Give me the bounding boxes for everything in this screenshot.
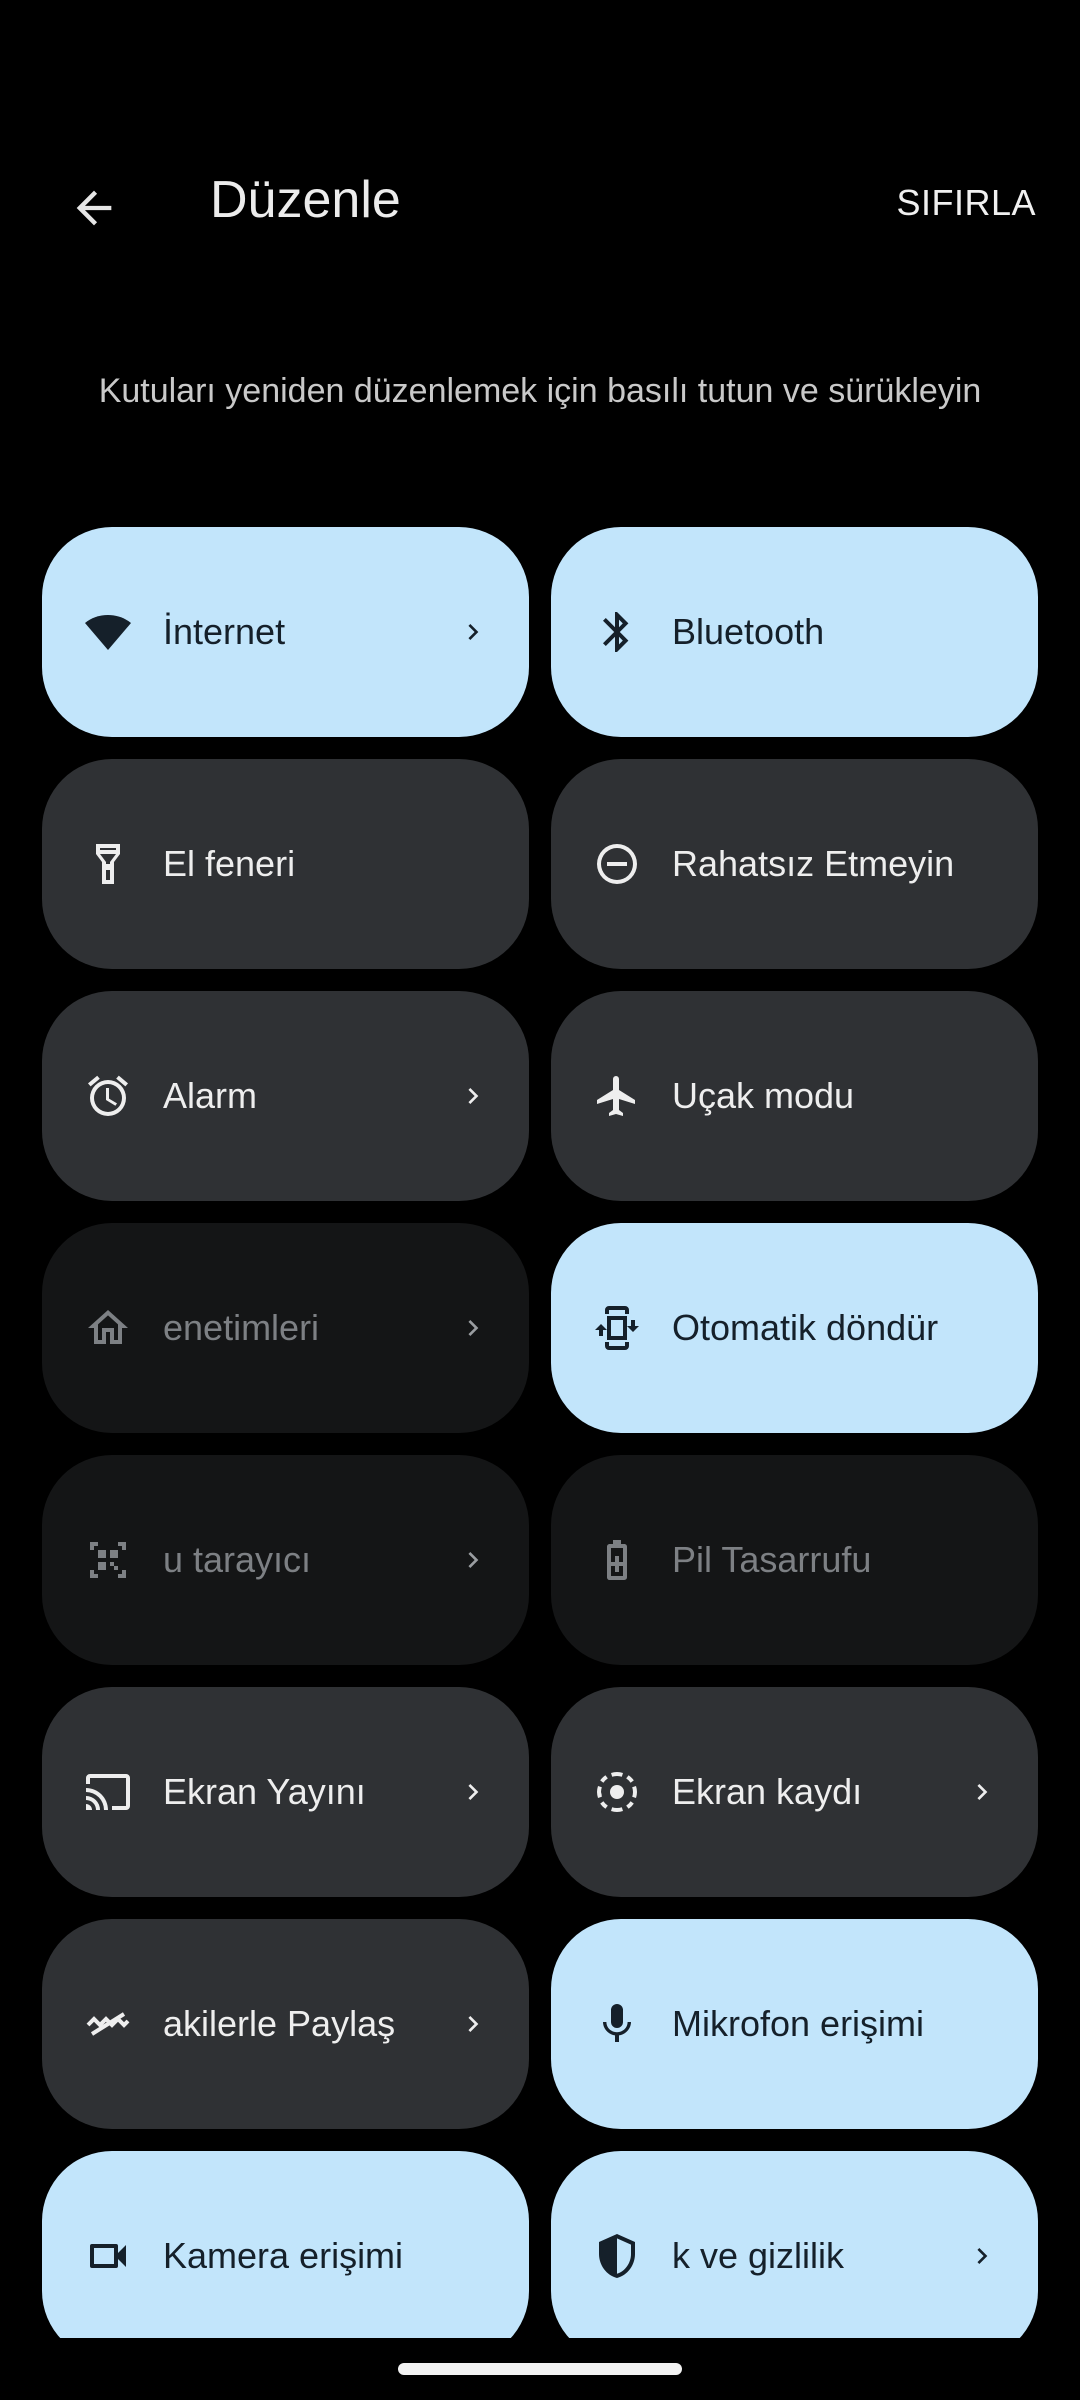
camera-icon (80, 2228, 136, 2284)
chevron-right-icon (455, 1542, 491, 1578)
tile-auto-rotate[interactable]: Otomatik döndür (551, 1223, 1038, 1433)
chevron-right-icon (455, 1078, 491, 1114)
tile-flashlight[interactable]: El feneri (42, 759, 529, 969)
instruction-text: Kutuları yeniden düzenlemek için basılı … (98, 372, 982, 410)
auto-rotate-icon (589, 1300, 645, 1356)
tile-label: Bluetooth (672, 611, 825, 652)
tile-label: u tarayıcı (163, 1539, 312, 1580)
tile-label: Rahatsız Etmeyin (672, 843, 955, 884)
tile-battery-saver[interactable]: Pil Tasarrufu (551, 1455, 1038, 1665)
tile-airplane-mode[interactable]: Uçak modu (551, 991, 1038, 1201)
chevron-right-icon (964, 2238, 1000, 2274)
tile-label: Alarm (163, 1075, 258, 1116)
tile-security-privacy[interactable]: k ve gizlilik (551, 2151, 1038, 2361)
wifi-icon (80, 604, 136, 660)
tile-label: Ekran kaydı (672, 1771, 863, 1812)
tile-label: El feneri (163, 843, 296, 884)
home-icon (80, 1300, 136, 1356)
tile-screen-cast[interactable]: Ekran Yayını (42, 1687, 529, 1897)
tile-label: Kamera erişimi (163, 2235, 404, 2276)
tile-label: Mikrofon erişimi (672, 2003, 925, 2044)
bluetooth-icon (589, 604, 645, 660)
tile-qr-scanner[interactable]: u tarayıcı (42, 1455, 529, 1665)
qr-code-icon (80, 1532, 136, 1588)
screen-record-icon (589, 1764, 645, 1820)
shield-icon (589, 2228, 645, 2284)
nearby-share-icon (80, 1996, 136, 2052)
tile-label: akilerle Paylaş (163, 2003, 396, 2044)
chevron-right-icon (964, 1774, 1000, 1810)
tile-label: Pil Tasarrufu (672, 1539, 872, 1580)
chevron-right-icon (455, 2006, 491, 2042)
cast-icon (80, 1764, 136, 1820)
tile-label: Uçak modu (672, 1075, 855, 1116)
tile-label: k ve gizlilik (672, 2235, 845, 2276)
tile-bluetooth[interactable]: Bluetooth (551, 527, 1038, 737)
tile-microphone-access[interactable]: Mikrofon erişimi (551, 1919, 1038, 2129)
chevron-right-icon (455, 1310, 491, 1346)
tile-screen-record[interactable]: Ekran kaydı (551, 1687, 1038, 1897)
alarm-icon (80, 1068, 136, 1124)
flashlight-icon (80, 836, 136, 892)
tile-home-controls[interactable]: enetimleri (42, 1223, 529, 1433)
tile-do-not-disturb[interactable]: Rahatsız Etmeyin (551, 759, 1038, 969)
reset-button[interactable]: SIFIRLA (896, 182, 1036, 224)
page-title: Düzenle (210, 171, 401, 229)
arrow-back-icon (76, 190, 112, 226)
chevron-right-icon (455, 614, 491, 650)
airplane-icon (589, 1068, 645, 1124)
tile-label: enetimleri (163, 1307, 320, 1348)
tile-nearby-share[interactable]: akilerle Paylaş (42, 1919, 529, 2129)
tile-label: Otomatik döndür (672, 1307, 939, 1348)
home-indicator[interactable] (398, 2363, 682, 2375)
top-app-bar: Düzenle SIFIRLA (0, 140, 1080, 260)
microphone-icon (589, 1996, 645, 2052)
do-not-disturb-icon (589, 836, 645, 892)
tile-grid: İnternet Bluetooth El feneri Rahatsız Et… (42, 527, 1038, 2361)
tile-alarm[interactable]: Alarm (42, 991, 529, 1201)
tile-internet[interactable]: İnternet (42, 527, 529, 737)
tile-camera-access[interactable]: Kamera erişimi (42, 2151, 529, 2361)
back-button[interactable] (58, 172, 130, 244)
tile-label: Ekran Yayını (163, 1771, 366, 1812)
tile-label: İnternet (163, 611, 286, 652)
battery-saver-icon (589, 1532, 645, 1588)
chevron-right-icon (455, 1774, 491, 1810)
